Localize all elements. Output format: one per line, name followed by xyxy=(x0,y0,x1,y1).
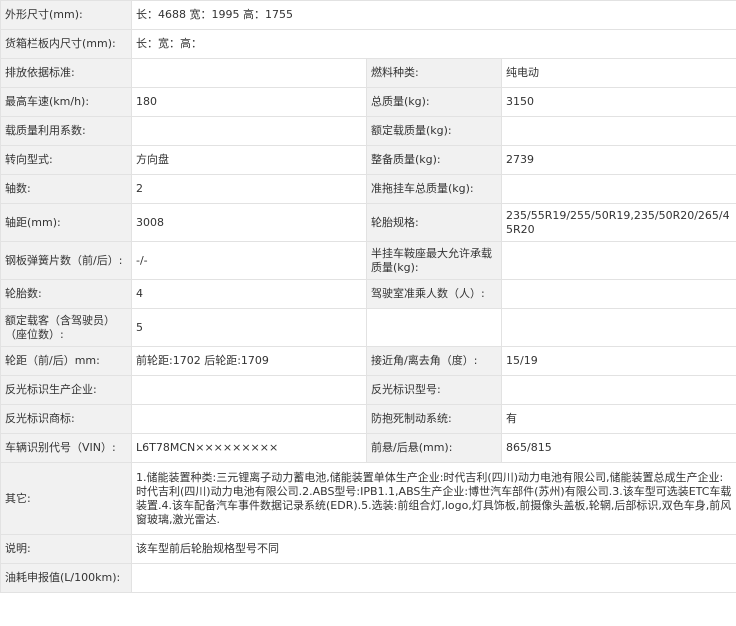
spec-label: 反光标识生产企业: xyxy=(0,375,132,405)
table-row: 轮胎数: 4 驾驶室准乘人数（人）: xyxy=(0,279,736,309)
spec-value: 235/55R19/255/50R19,235/50R20/265/45R20 xyxy=(501,203,736,242)
table-row: 转向型式: 方向盘 整备质量(kg): 2739 xyxy=(0,145,736,175)
spec-value: 865/815 xyxy=(501,433,736,463)
spec-value: 方向盘 xyxy=(131,145,367,175)
spec-value xyxy=(501,279,736,309)
spec-value: 180 xyxy=(131,87,367,117)
table-row: 钢板弹簧片数（前/后）: -/- 半挂车鞍座最大允许承载质量(kg): xyxy=(0,241,736,280)
spec-value xyxy=(501,375,736,405)
table-row: 油耗申报值(L/100km): xyxy=(0,563,736,593)
spec-value: 4 xyxy=(131,279,367,309)
spec-label: 整备质量(kg): xyxy=(366,145,502,175)
spec-value: 2 xyxy=(131,174,367,204)
spec-label: 转向型式: xyxy=(0,145,132,175)
table-row: 轴距(mm): 3008 轮胎规格: 235/55R19/255/50R19,2… xyxy=(0,203,736,242)
spec-label: 油耗申报值(L/100km): xyxy=(0,563,132,593)
table-row: 额定载客（含驾驶员）（座位数）: 5 xyxy=(0,308,736,347)
spec-label: 轴距(mm): xyxy=(0,203,132,242)
spec-label: 反光标识商标: xyxy=(0,404,132,434)
spec-value: 1.储能装置种类:三元锂离子动力蓄电池,储能装置单体生产企业:时代吉利(四川)动… xyxy=(131,462,736,535)
spec-label: 说明: xyxy=(0,534,132,564)
table-row: 反光标识生产企业: 反光标识型号: xyxy=(0,375,736,405)
spec-label: 额定载质量(kg): xyxy=(366,116,502,146)
spec-label: 轮胎数: xyxy=(0,279,132,309)
table-row: 轮距（前/后）mm: 前轮距:1702 后轮距:1709 接近角/离去角（度）:… xyxy=(0,346,736,376)
spec-value: 3008 xyxy=(131,203,367,242)
table-row: 说明: 该车型前后轮胎规格型号不同 xyxy=(0,534,736,564)
spec-label: 轮距（前/后）mm: xyxy=(0,346,132,376)
spec-label: 接近角/离去角（度）: xyxy=(366,346,502,376)
table-row: 载质量利用系数: 额定载质量(kg): xyxy=(0,116,736,146)
table-row: 轴数: 2 准拖挂车总质量(kg): xyxy=(0,174,736,204)
table-row: 其它: 1.储能装置种类:三元锂离子动力蓄电池,储能装置单体生产企业:时代吉利(… xyxy=(0,462,736,535)
spec-value xyxy=(501,308,736,347)
spec-value: 长：4688 宽：1995 高：1755 xyxy=(131,0,736,30)
spec-label: 防抱死制动系统: xyxy=(366,404,502,434)
spec-label: 准拖挂车总质量(kg): xyxy=(366,174,502,204)
spec-value: 纯电动 xyxy=(501,58,736,88)
table-row: 货箱栏板内尺寸(mm): 长：宽：高： xyxy=(0,29,736,59)
spec-label: 外形尺寸(mm): xyxy=(0,0,132,30)
vehicle-spec-table: 外形尺寸(mm): 长：4688 宽：1995 高：1755 货箱栏板内尺寸(m… xyxy=(0,0,736,593)
spec-label: 总质量(kg): xyxy=(366,87,502,117)
table-row: 反光标识商标: 防抱死制动系统: 有 xyxy=(0,404,736,434)
spec-label: 最高车速(km/h): xyxy=(0,87,132,117)
spec-label: 燃料种类: xyxy=(366,58,502,88)
table-row: 排放依据标准: 燃料种类: 纯电动 xyxy=(0,58,736,88)
spec-value xyxy=(131,563,736,593)
table-row: 外形尺寸(mm): 长：4688 宽：1995 高：1755 xyxy=(0,0,736,30)
spec-label: 钢板弹簧片数（前/后）: xyxy=(0,241,132,280)
spec-label: 排放依据标准: xyxy=(0,58,132,88)
spec-value xyxy=(131,116,367,146)
table-row: 车辆识别代号（VIN）: L6T78MCN××××××××× 前悬/后悬(mm)… xyxy=(0,433,736,463)
spec-label: 额定载客（含驾驶员）（座位数）: xyxy=(0,308,132,347)
spec-value xyxy=(131,58,367,88)
spec-label: 反光标识型号: xyxy=(366,375,502,405)
spec-value: L6T78MCN××××××××× xyxy=(131,433,367,463)
spec-label: 载质量利用系数: xyxy=(0,116,132,146)
spec-value: 长：宽：高： xyxy=(131,29,736,59)
spec-value xyxy=(131,404,367,434)
spec-value: 有 xyxy=(501,404,736,434)
spec-value: 2739 xyxy=(501,145,736,175)
spec-value: 前轮距:1702 后轮距:1709 xyxy=(131,346,367,376)
spec-value: 5 xyxy=(131,308,367,347)
spec-value xyxy=(131,375,367,405)
spec-value xyxy=(501,174,736,204)
spec-label: 半挂车鞍座最大允许承载质量(kg): xyxy=(366,241,502,280)
spec-label: 驾驶室准乘人数（人）: xyxy=(366,279,502,309)
spec-label: 货箱栏板内尺寸(mm): xyxy=(0,29,132,59)
spec-value xyxy=(501,116,736,146)
spec-label: 轮胎规格: xyxy=(366,203,502,242)
spec-value xyxy=(501,241,736,280)
table-row: 最高车速(km/h): 180 总质量(kg): 3150 xyxy=(0,87,736,117)
spec-label: 其它: xyxy=(0,462,132,535)
spec-label xyxy=(366,308,502,347)
spec-value: 该车型前后轮胎规格型号不同 xyxy=(131,534,736,564)
spec-label: 车辆识别代号（VIN）: xyxy=(0,433,132,463)
spec-label: 前悬/后悬(mm): xyxy=(366,433,502,463)
spec-value: 3150 xyxy=(501,87,736,117)
spec-value: -/- xyxy=(131,241,367,280)
spec-value: 15/19 xyxy=(501,346,736,376)
spec-label: 轴数: xyxy=(0,174,132,204)
